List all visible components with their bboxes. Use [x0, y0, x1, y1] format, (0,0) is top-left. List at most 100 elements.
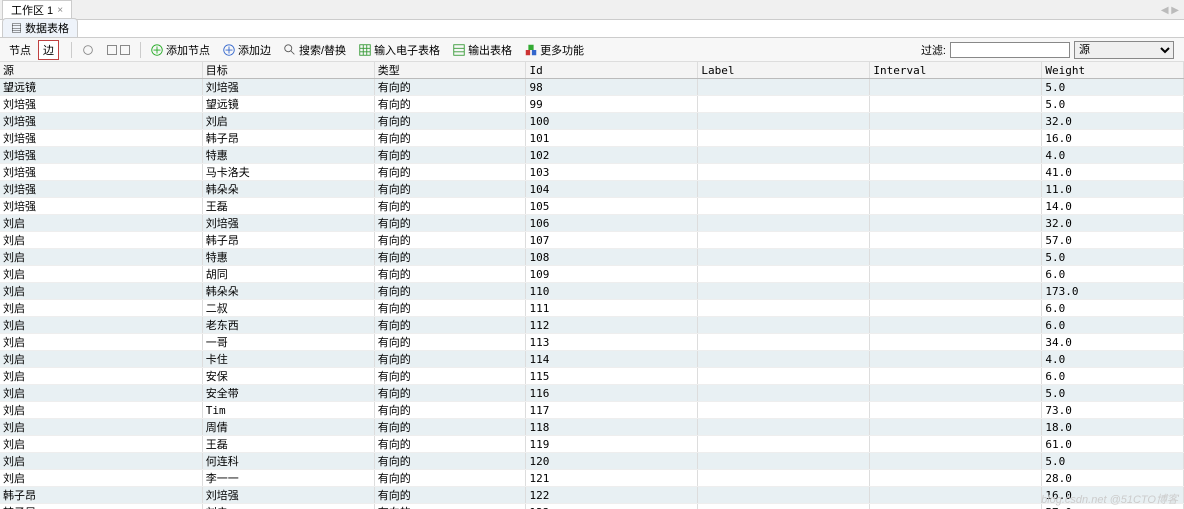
- cell-type[interactable]: 有向的: [374, 385, 526, 402]
- cell-target[interactable]: 韩朵朵: [202, 181, 374, 198]
- cell-weight[interactable]: 5.0: [1042, 79, 1184, 96]
- cell-type[interactable]: 有向的: [374, 181, 526, 198]
- cell-type[interactable]: 有向的: [374, 504, 526, 509]
- cell-source[interactable]: 刘培强: [0, 181, 202, 198]
- cell-type[interactable]: 有向的: [374, 419, 526, 436]
- cell-weight[interactable]: 5.0: [1042, 249, 1184, 266]
- cell-weight[interactable]: 5.0: [1042, 96, 1184, 113]
- cell-label[interactable]: [698, 198, 870, 215]
- cell-weight[interactable]: 173.0: [1042, 283, 1184, 300]
- cell-interval[interactable]: [870, 79, 1042, 96]
- cell-interval[interactable]: [870, 147, 1042, 164]
- cell-label[interactable]: [698, 113, 870, 130]
- cell-interval[interactable]: [870, 164, 1042, 181]
- cell-interval[interactable]: [870, 351, 1042, 368]
- cell-interval[interactable]: [870, 317, 1042, 334]
- cell-interval[interactable]: [870, 300, 1042, 317]
- cell-interval[interactable]: [870, 266, 1042, 283]
- cell-interval[interactable]: [870, 470, 1042, 487]
- cell-type[interactable]: 有向的: [374, 487, 526, 504]
- cell-target[interactable]: Tim: [202, 402, 374, 419]
- cell-weight[interactable]: 61.0: [1042, 436, 1184, 453]
- layout-button-1[interactable]: [102, 43, 136, 57]
- table-row[interactable]: 刘启二叔有向的1116.0: [0, 300, 1184, 317]
- cell-label[interactable]: [698, 215, 870, 232]
- table-row[interactable]: 刘启老东西有向的1126.0: [0, 317, 1184, 334]
- cell-type[interactable]: 有向的: [374, 96, 526, 113]
- mode-nodes-button[interactable]: 节点: [4, 40, 36, 60]
- cell-label[interactable]: [698, 181, 870, 198]
- column-header[interactable]: Id: [526, 62, 698, 79]
- table-row[interactable]: 刘启王磊有向的11961.0: [0, 436, 1184, 453]
- cell-weight[interactable]: 5.0: [1042, 385, 1184, 402]
- cell-id[interactable]: 111: [526, 300, 698, 317]
- table-row[interactable]: 刘启一哥有向的11334.0: [0, 334, 1184, 351]
- cell-id[interactable]: 109: [526, 266, 698, 283]
- cell-source[interactable]: 望远镜: [0, 79, 202, 96]
- cell-target[interactable]: 望远镜: [202, 96, 374, 113]
- cell-source[interactable]: 刘启: [0, 402, 202, 419]
- table-row[interactable]: 刘启何连科有向的1205.0: [0, 453, 1184, 470]
- workspace-tab[interactable]: 工作区 1 ×: [2, 0, 72, 19]
- cell-interval[interactable]: [870, 453, 1042, 470]
- export-spreadsheet-button[interactable]: 输出表格: [447, 40, 517, 60]
- cell-weight[interactable]: 28.0: [1042, 470, 1184, 487]
- cell-label[interactable]: [698, 266, 870, 283]
- cell-weight[interactable]: 4.0: [1042, 351, 1184, 368]
- cell-type[interactable]: 有向的: [374, 470, 526, 487]
- table-row[interactable]: 刘启安保有向的1156.0: [0, 368, 1184, 385]
- cell-target[interactable]: 韩朵朵: [202, 283, 374, 300]
- cell-type[interactable]: 有向的: [374, 317, 526, 334]
- cell-id[interactable]: 123: [526, 504, 698, 509]
- table-row[interactable]: 刘启韩朵朵有向的110173.0: [0, 283, 1184, 300]
- cell-source[interactable]: 刘启: [0, 317, 202, 334]
- cell-weight[interactable]: 73.0: [1042, 402, 1184, 419]
- cell-label[interactable]: [698, 164, 870, 181]
- table-row[interactable]: 刘启安全带有向的1165.0: [0, 385, 1184, 402]
- cell-source[interactable]: 刘启: [0, 266, 202, 283]
- tab-data-table[interactable]: ▤ 数据表格: [2, 18, 78, 37]
- cell-label[interactable]: [698, 232, 870, 249]
- search-replace-button[interactable]: 搜索/替换: [278, 40, 351, 60]
- cell-label[interactable]: [698, 453, 870, 470]
- cell-label[interactable]: [698, 487, 870, 504]
- cell-weight[interactable]: 34.0: [1042, 334, 1184, 351]
- cell-source[interactable]: 韩子昂: [0, 487, 202, 504]
- column-header[interactable]: 类型: [374, 62, 526, 79]
- cell-id[interactable]: 108: [526, 249, 698, 266]
- cell-target[interactable]: 安保: [202, 368, 374, 385]
- cell-interval[interactable]: [870, 487, 1042, 504]
- cell-target[interactable]: 卡住: [202, 351, 374, 368]
- cell-interval[interactable]: [870, 385, 1042, 402]
- cell-id[interactable]: 122: [526, 487, 698, 504]
- cell-target[interactable]: 一哥: [202, 334, 374, 351]
- cell-id[interactable]: 107: [526, 232, 698, 249]
- table-row[interactable]: 刘启胡同有向的1096.0: [0, 266, 1184, 283]
- cell-weight[interactable]: 16.0: [1042, 487, 1184, 504]
- cell-id[interactable]: 118: [526, 419, 698, 436]
- cell-id[interactable]: 99: [526, 96, 698, 113]
- cell-target[interactable]: 刘启: [202, 113, 374, 130]
- cell-weight[interactable]: 57.0: [1042, 504, 1184, 509]
- cell-target[interactable]: 马卡洛夫: [202, 164, 374, 181]
- cell-label[interactable]: [698, 96, 870, 113]
- mode-edges-button[interactable]: 边: [38, 40, 59, 60]
- cell-label[interactable]: [698, 351, 870, 368]
- cell-interval[interactable]: [870, 402, 1042, 419]
- cell-label[interactable]: [698, 419, 870, 436]
- cell-type[interactable]: 有向的: [374, 283, 526, 300]
- table-row[interactable]: 刘培强刘启有向的10032.0: [0, 113, 1184, 130]
- cell-weight[interactable]: 4.0: [1042, 147, 1184, 164]
- cell-type[interactable]: 有向的: [374, 300, 526, 317]
- cell-weight[interactable]: 6.0: [1042, 317, 1184, 334]
- table-row[interactable]: 韩子昂刘启有向的12357.0: [0, 504, 1184, 509]
- cell-source[interactable]: 刘培强: [0, 198, 202, 215]
- cell-target[interactable]: 刘培强: [202, 79, 374, 96]
- cell-type[interactable]: 有向的: [374, 351, 526, 368]
- cell-type[interactable]: 有向的: [374, 147, 526, 164]
- cell-weight[interactable]: 11.0: [1042, 181, 1184, 198]
- cell-weight[interactable]: 14.0: [1042, 198, 1184, 215]
- cell-id[interactable]: 113: [526, 334, 698, 351]
- cell-weight[interactable]: 32.0: [1042, 215, 1184, 232]
- cell-type[interactable]: 有向的: [374, 453, 526, 470]
